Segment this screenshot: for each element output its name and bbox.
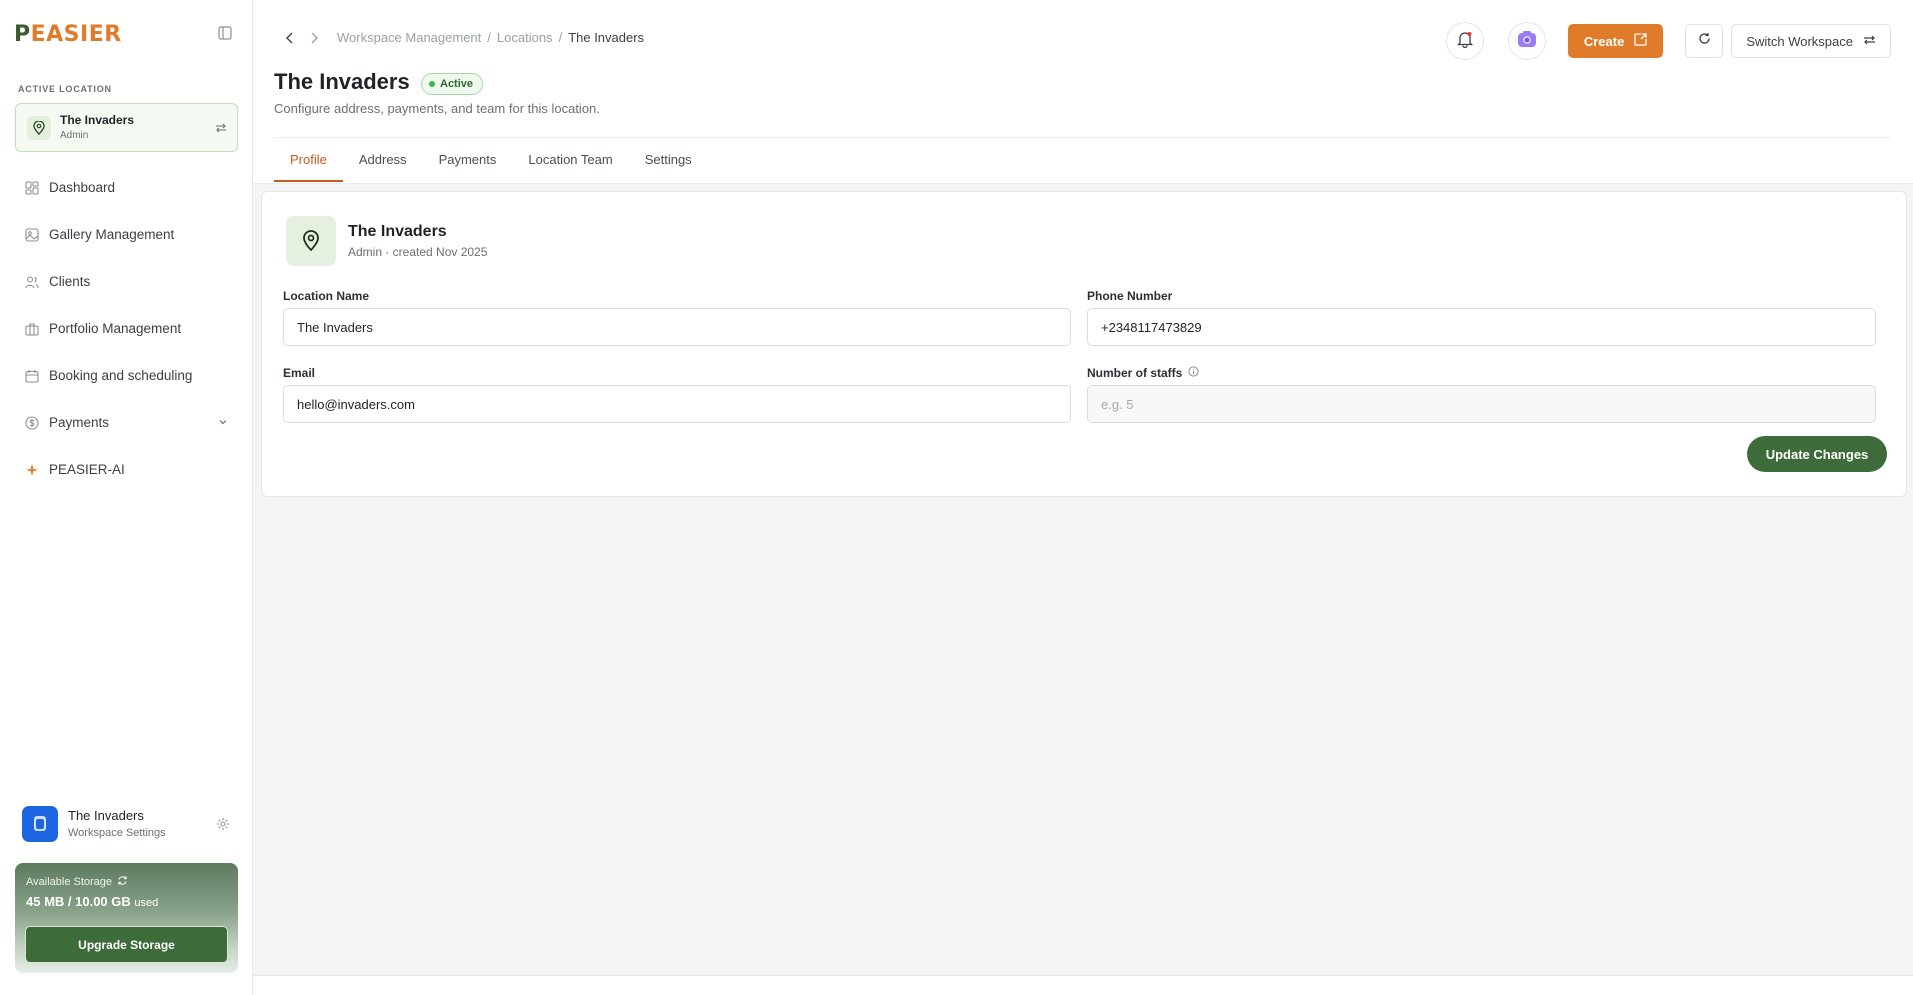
- tab-settings[interactable]: Settings: [629, 150, 708, 182]
- profile-card: The Invaders Admin · created Nov 2025 Lo…: [261, 191, 1907, 497]
- phone-number-input[interactable]: +2348117473829: [1087, 308, 1876, 346]
- camera-button[interactable]: [1507, 22, 1546, 60]
- active-location-card[interactable]: The Invaders Admin: [15, 103, 238, 152]
- sidebar-item-label: Booking and scheduling: [49, 368, 193, 383]
- sidebar-item-label: Dashboard: [49, 180, 116, 195]
- location-meta: Admin · created Nov 2025: [348, 245, 488, 259]
- collapse-sidebar-icon[interactable]: [218, 26, 234, 42]
- location-pin-icon: [286, 216, 336, 266]
- location-name-input[interactable]: The Invaders: [283, 308, 1071, 346]
- active-location-role: Admin: [60, 130, 89, 141]
- gear-icon[interactable]: [216, 817, 230, 836]
- switch-workspace-button[interactable]: Switch Workspace: [1731, 24, 1891, 58]
- create-new-icon: [1634, 33, 1647, 49]
- calendar-icon: [24, 368, 40, 384]
- camera-icon: [1517, 30, 1537, 53]
- bell-icon: [1456, 30, 1474, 53]
- forward-icon[interactable]: [303, 32, 325, 44]
- upgrade-storage-button[interactable]: Upgrade Storage: [25, 926, 228, 963]
- gallery-icon: [24, 227, 40, 243]
- tab-location-team[interactable]: Location Team: [512, 150, 628, 182]
- tab-address[interactable]: Address: [343, 150, 423, 182]
- header-divider: [274, 137, 1890, 138]
- storage-card: Available Storage 45 MB / 10.00 GB used …: [15, 863, 238, 973]
- sidebar-nav: Dashboard Gallery Management Clients Por…: [15, 164, 238, 493]
- breadcrumb-locations[interactable]: Locations: [497, 30, 553, 45]
- status-badge: Active: [421, 73, 484, 95]
- active-location-label: ACTIVE LOCATION: [18, 84, 112, 94]
- location-name-label: Location Name: [283, 289, 370, 303]
- info-icon[interactable]: [1188, 366, 1199, 380]
- dashboard-icon: [24, 180, 40, 196]
- number-of-staffs-label: Number of staffs: [1087, 366, 1199, 380]
- sidebar-item-clients[interactable]: Clients: [15, 258, 238, 305]
- back-icon[interactable]: [279, 32, 301, 44]
- page-title: The Invaders: [274, 69, 410, 94]
- email-input[interactable]: hello@invaders.com: [283, 385, 1071, 423]
- notifications-button[interactable]: [1445, 22, 1484, 60]
- tab-payments[interactable]: Payments: [423, 150, 513, 182]
- location-tabs: Profile Address Payments Location Team S…: [274, 150, 708, 182]
- storage-usage: 45 MB / 10.00 GB used: [26, 894, 159, 909]
- number-of-staffs-input[interactable]: e.g. 5: [1087, 385, 1876, 423]
- workspace-avatar: [22, 806, 58, 842]
- sidebar-item-booking-and-scheduling[interactable]: Booking and scheduling: [15, 352, 238, 399]
- peasier-logo[interactable]: PEASIER: [14, 22, 122, 47]
- sidebar-item-label: Portfolio Management: [49, 321, 182, 336]
- swap-location-icon[interactable]: [215, 121, 227, 139]
- email-label: Email: [283, 366, 316, 380]
- refresh-icon[interactable]: [117, 875, 128, 889]
- active-location-name: The Invaders: [60, 113, 135, 127]
- users-icon: [24, 274, 40, 290]
- sidebar-item-peasier-ai[interactable]: PEASIER-AI: [15, 446, 238, 493]
- sidebar-item-label: Payments: [49, 415, 110, 430]
- chevron-down-icon[interactable]: [218, 415, 228, 430]
- breadcrumb-workspace-management[interactable]: Workspace Management: [337, 30, 481, 45]
- workspace-settings[interactable]: The Invaders Workspace Settings: [22, 806, 238, 844]
- phone-number-label: Phone Number: [1087, 289, 1173, 303]
- sidebar-item-label: Clients: [49, 274, 91, 289]
- sidebar-item-payments[interactable]: Payments: [15, 399, 238, 446]
- storage-label: Available Storage: [26, 875, 128, 889]
- refresh-button[interactable]: [1685, 24, 1724, 58]
- workspace-name: The Invaders: [68, 808, 144, 823]
- dollar-icon: [24, 415, 40, 431]
- location-pin-icon: [27, 116, 51, 140]
- top-actions: Create Switch Workspace: [1445, 22, 1891, 60]
- bottom-strip: [253, 975, 1913, 995]
- sidebar-item-dashboard[interactable]: Dashboard: [15, 164, 238, 211]
- status-dot: [429, 81, 435, 87]
- main-content: Workspace Management / Locations / The I…: [253, 0, 1913, 995]
- location-name-heading: The Invaders: [348, 223, 447, 240]
- refresh-icon: [1698, 32, 1711, 50]
- workspace-settings-label: Workspace Settings: [68, 827, 166, 839]
- sidebar-item-label: PEASIER-AI: [49, 462, 125, 477]
- sidebar: PEASIER ACTIVE LOCATION The Invaders Adm…: [0, 0, 253, 995]
- sidebar-item-gallery-management[interactable]: Gallery Management: [15, 211, 238, 258]
- switch-arrows-icon: [1863, 34, 1876, 49]
- portfolio-icon: [24, 321, 40, 337]
- page-subtitle: Configure address, payments, and team fo…: [274, 101, 600, 116]
- sidebar-item-label: Gallery Management: [49, 227, 175, 242]
- breadcrumb: Workspace Management / Locations / The I…: [279, 30, 644, 45]
- tab-profile[interactable]: Profile: [274, 150, 343, 182]
- create-button[interactable]: Create: [1567, 24, 1664, 58]
- breadcrumb-current: The Invaders: [568, 30, 645, 45]
- update-changes-button[interactable]: Update Changes: [1747, 436, 1887, 472]
- sparkle-icon: [24, 462, 40, 478]
- sidebar-item-portfolio-management[interactable]: Portfolio Management: [15, 305, 238, 352]
